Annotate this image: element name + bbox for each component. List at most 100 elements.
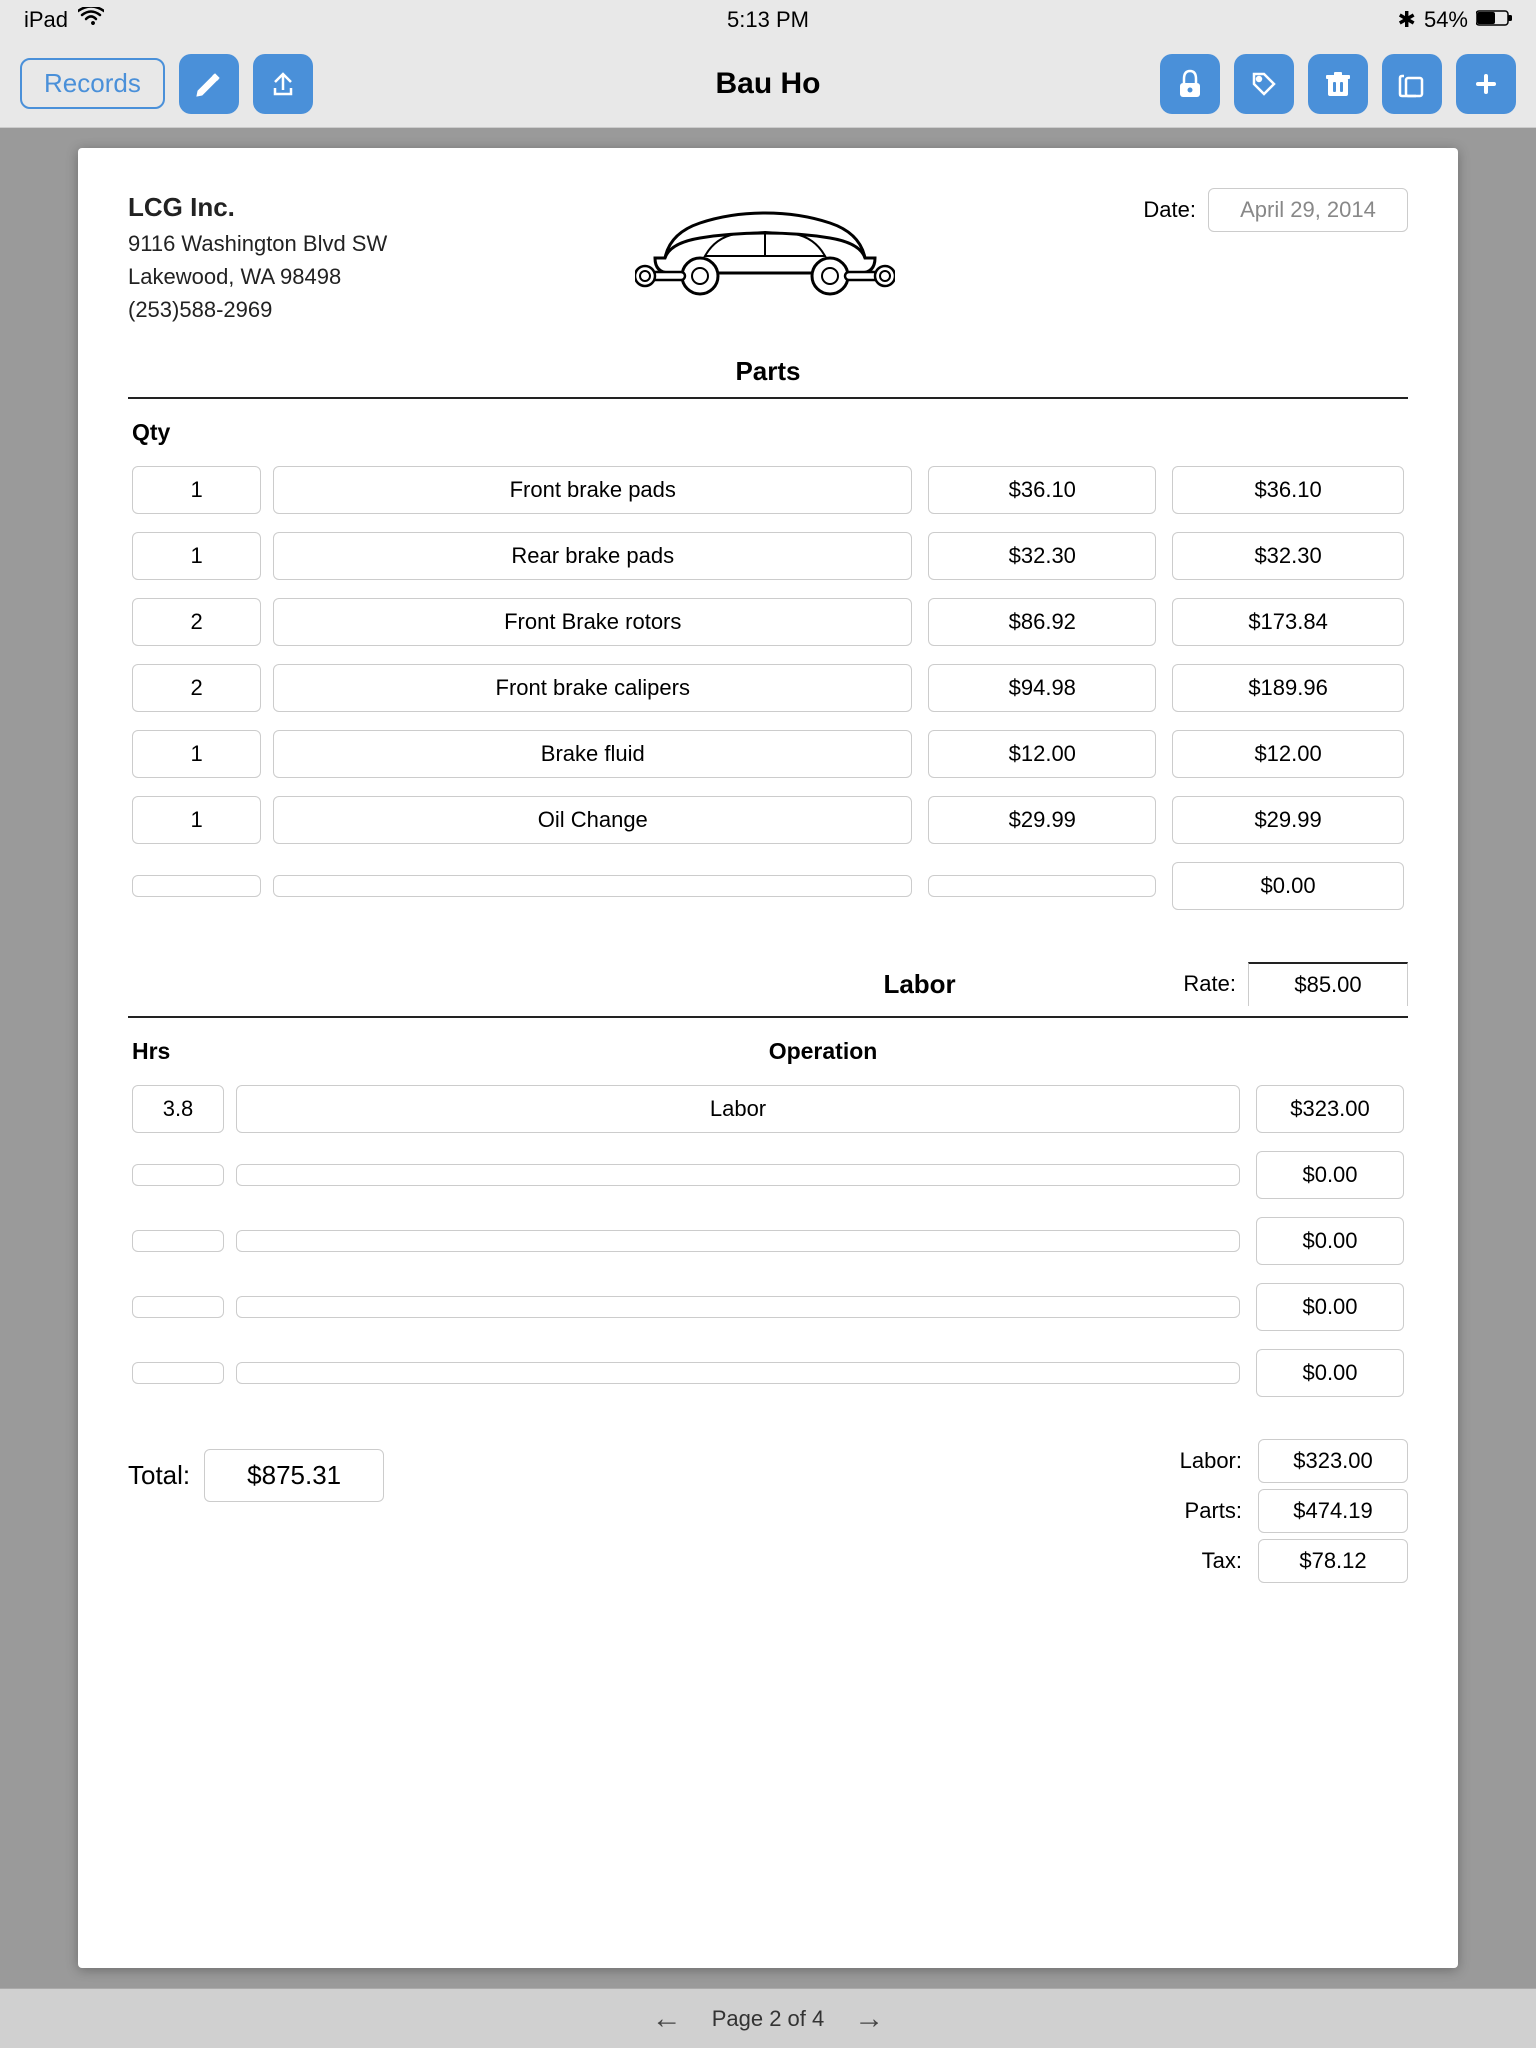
part-description[interactable]: Front Brake rotors	[273, 598, 912, 646]
labor-operation[interactable]	[236, 1230, 1240, 1252]
qty-label: Qty	[132, 419, 232, 446]
tax-summary-row: Tax: $78.12	[1162, 1539, 1408, 1583]
parts-row: 2 Front Brake rotors $86.92 $173.84	[128, 592, 1408, 652]
parts-row: 1 Rear brake pads $32.30 $32.30	[128, 526, 1408, 586]
bottom-bar: ← Page 2 of 4 →	[0, 1988, 1536, 2048]
parts-row: 1 Brake fluid $12.00 $12.00	[128, 724, 1408, 784]
add-button[interactable]	[1456, 54, 1516, 114]
share-button[interactable]	[253, 54, 313, 114]
prev-page-button[interactable]: ←	[652, 2002, 682, 2036]
doc-wrapper: LCG Inc. 9116 Washington Blvd SW Lakewoo…	[0, 128, 1536, 1988]
parts-summary-value: $474.19	[1258, 1489, 1408, 1533]
part-total: $189.96	[1172, 664, 1404, 712]
next-page-button[interactable]: →	[854, 2002, 884, 2036]
company-info: LCG Inc. 9116 Washington Blvd SW Lakewoo…	[128, 188, 387, 326]
parts-summary-label: Parts:	[1162, 1498, 1242, 1524]
labor-summary-value: $323.00	[1258, 1439, 1408, 1483]
status-right: ✱ 54%	[1398, 7, 1512, 33]
device-label: iPad	[24, 7, 68, 33]
part-price[interactable]: $29.99	[928, 796, 1156, 844]
doc-header: LCG Inc. 9116 Washington Blvd SW Lakewoo…	[128, 188, 1408, 326]
labor-operation[interactable]	[236, 1164, 1240, 1186]
part-qty[interactable]: 2	[132, 598, 261, 646]
part-price[interactable]: $36.10	[928, 466, 1156, 514]
labor-section: Labor Rate: $85.00 Hrs Operation 3.8 Lab…	[128, 962, 1408, 1409]
labor-row: 3.8 Labor $323.00	[128, 1079, 1408, 1139]
nav-left: Records	[20, 54, 313, 114]
nav-right	[1160, 54, 1516, 114]
date-value[interactable]: April 29, 2014	[1208, 188, 1408, 232]
part-qty[interactable]: 1	[132, 796, 261, 844]
copy-button[interactable]	[1382, 54, 1442, 114]
date-label: Date:	[1143, 197, 1196, 223]
part-qty[interactable]	[132, 875, 261, 897]
rate-value[interactable]: $85.00	[1248, 962, 1408, 1006]
parts-summary-row: Parts: $474.19	[1162, 1489, 1408, 1533]
battery-label: 54%	[1424, 7, 1468, 33]
labor-total: $0.00	[1256, 1217, 1404, 1265]
part-total: $29.99	[1172, 796, 1404, 844]
total-value[interactable]: $875.31	[204, 1449, 384, 1502]
part-qty[interactable]: 1	[132, 532, 261, 580]
summary-right: Labor: $323.00 Parts: $474.19 Tax: $78.1…	[1162, 1439, 1408, 1583]
part-price[interactable]: $94.98	[928, 664, 1156, 712]
edit-button[interactable]	[179, 54, 239, 114]
part-price[interactable]: $86.92	[928, 598, 1156, 646]
part-description[interactable]: Brake fluid	[273, 730, 912, 778]
records-button[interactable]: Records	[20, 58, 165, 109]
labor-operation[interactable]	[236, 1362, 1240, 1384]
total-label: Total:	[128, 1460, 190, 1491]
delete-button[interactable]	[1308, 54, 1368, 114]
parts-header-row: Qty	[128, 419, 1408, 446]
labor-section-title: Labor	[656, 969, 1184, 1000]
part-description[interactable]: Front brake calipers	[273, 664, 912, 712]
nav-title: Bau Ho	[716, 67, 821, 101]
parts-row: 1 Oil Change $29.99 $29.99	[128, 790, 1408, 850]
labor-hrs[interactable]	[132, 1230, 224, 1252]
labor-table: 3.8 Labor $323.00 $0.00 $0.00 $0.00 $0.0…	[128, 1073, 1408, 1409]
battery-icon	[1476, 7, 1512, 33]
labor-hrs[interactable]	[132, 1296, 224, 1318]
part-qty[interactable]: 1	[132, 730, 261, 778]
parts-row: 1 Front brake pads $36.10 $36.10	[128, 460, 1408, 520]
part-description[interactable]: Oil Change	[273, 796, 912, 844]
hrs-label: Hrs	[132, 1038, 242, 1065]
part-qty[interactable]: 2	[132, 664, 261, 712]
company-name: LCG Inc.	[128, 188, 387, 227]
labor-row: $0.00	[128, 1277, 1408, 1337]
rate-label: Rate:	[1183, 971, 1236, 997]
part-price[interactable]: $32.30	[928, 532, 1156, 580]
status-time: 5:13 PM	[727, 7, 809, 33]
labor-hrs[interactable]	[132, 1362, 224, 1384]
labor-total: $0.00	[1256, 1151, 1404, 1199]
wifi-icon	[78, 7, 104, 33]
labor-row: $0.00	[128, 1211, 1408, 1271]
rate-section: Rate: $85.00	[1183, 962, 1408, 1006]
lock-button[interactable]	[1160, 54, 1220, 114]
company-address1: 9116 Washington Blvd SW	[128, 227, 387, 260]
part-total: $36.10	[1172, 466, 1404, 514]
part-description[interactable]	[273, 875, 912, 897]
labor-operation[interactable]	[236, 1296, 1240, 1318]
labor-row: $0.00	[128, 1145, 1408, 1205]
labor-total: $323.00	[1256, 1085, 1404, 1133]
part-price[interactable]: $12.00	[928, 730, 1156, 778]
part-price[interactable]	[928, 875, 1156, 897]
labor-operation[interactable]: Labor	[236, 1085, 1240, 1133]
labor-hrs[interactable]: 3.8	[132, 1085, 224, 1133]
labor-hrs[interactable]	[132, 1164, 224, 1186]
part-qty[interactable]: 1	[132, 466, 261, 514]
tag-button[interactable]	[1234, 54, 1294, 114]
tax-summary-label: Tax:	[1162, 1548, 1242, 1574]
labor-summary-row: Labor: $323.00	[1162, 1439, 1408, 1483]
part-description[interactable]: Front brake pads	[273, 466, 912, 514]
labor-title-row: Labor Rate: $85.00	[128, 962, 1408, 1018]
part-total: $0.00	[1172, 862, 1404, 910]
parts-table: 1 Front brake pads $36.10 $36.10 1 Rear …	[128, 454, 1408, 922]
part-total: $173.84	[1172, 598, 1404, 646]
status-left: iPad	[24, 7, 104, 33]
labor-total: $0.00	[1256, 1283, 1404, 1331]
parts-row: $0.00	[128, 856, 1408, 916]
labor-total: $0.00	[1256, 1349, 1404, 1397]
part-description[interactable]: Rear brake pads	[273, 532, 912, 580]
